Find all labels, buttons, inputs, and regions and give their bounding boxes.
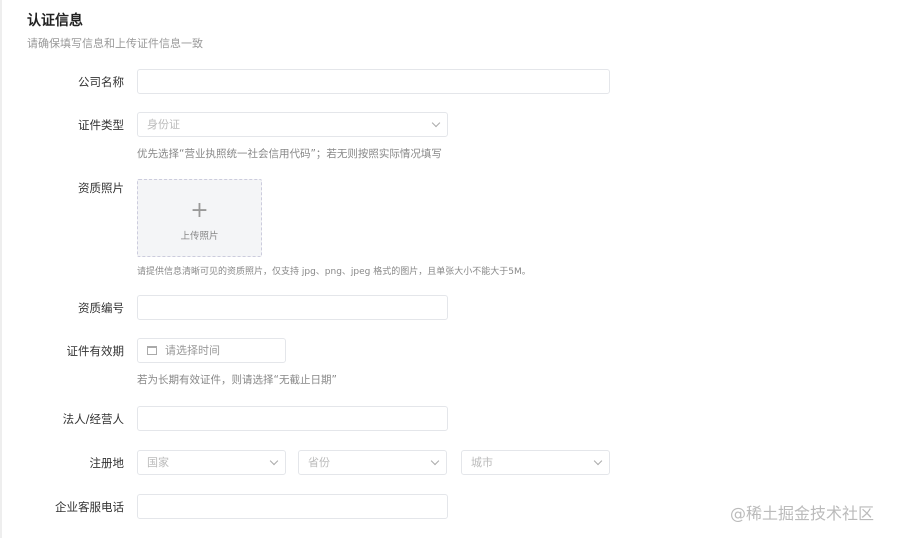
photo-label: 资质照片 <box>78 181 124 195</box>
city-select[interactable]: 城市 <box>461 450 610 475</box>
validity-placeholder: 请选择时间 <box>165 344 220 357</box>
section-subtitle: 请确保填写信息和上传证件信息一致 <box>27 37 203 50</box>
phone-input[interactable] <box>137 494 448 519</box>
cert-type-label: 证件类型 <box>78 118 124 132</box>
region-label: 注册地 <box>89 456 125 470</box>
chevron-down-icon <box>593 456 603 466</box>
chevron-down-icon <box>431 118 441 128</box>
company-name-label: 公司名称 <box>78 75 124 89</box>
qual-no-input[interactable] <box>137 295 448 320</box>
validity-date-picker[interactable]: 请选择时间 <box>137 338 286 363</box>
photo-hint: 请提供信息清晰可见的资质照片，仅支持 jpg、png、jpeg 格式的图片，且单… <box>137 267 531 277</box>
watermark: @稀土掘金技术社区 <box>730 504 875 523</box>
cert-type-hint: 优先选择“营业执照统一社会信用代码”；若无则按照实际情况填写 <box>137 148 442 160</box>
section-title: 认证信息 <box>27 13 83 29</box>
province-select[interactable]: 省份 <box>298 450 447 475</box>
qual-no-label: 资质编号 <box>78 301 124 315</box>
chevron-down-icon <box>430 456 440 466</box>
phone-label: 企业客服电话 <box>55 500 124 514</box>
legal-label: 法人/经营人 <box>62 412 124 426</box>
chevron-down-icon <box>269 456 279 466</box>
cert-type-value: 身份证 <box>147 118 180 131</box>
upload-photo-button[interactable]: + 上传照片 <box>137 179 262 257</box>
plus-icon: + <box>190 198 209 223</box>
country-select[interactable]: 国家 <box>137 450 286 475</box>
country-placeholder: 国家 <box>147 456 169 469</box>
company-name-input[interactable] <box>137 69 610 94</box>
validity-label: 证件有效期 <box>66 344 125 358</box>
city-placeholder: 城市 <box>471 456 493 469</box>
province-placeholder: 省份 <box>308 456 330 469</box>
validity-hint: 若为长期有效证件，则请选择“无截止日期” <box>137 374 337 386</box>
cert-type-select[interactable]: 身份证 <box>137 112 448 137</box>
calendar-icon <box>147 346 157 355</box>
upload-label: 上传照片 <box>180 231 219 242</box>
legal-input[interactable] <box>137 406 448 431</box>
left-border <box>0 0 2 538</box>
